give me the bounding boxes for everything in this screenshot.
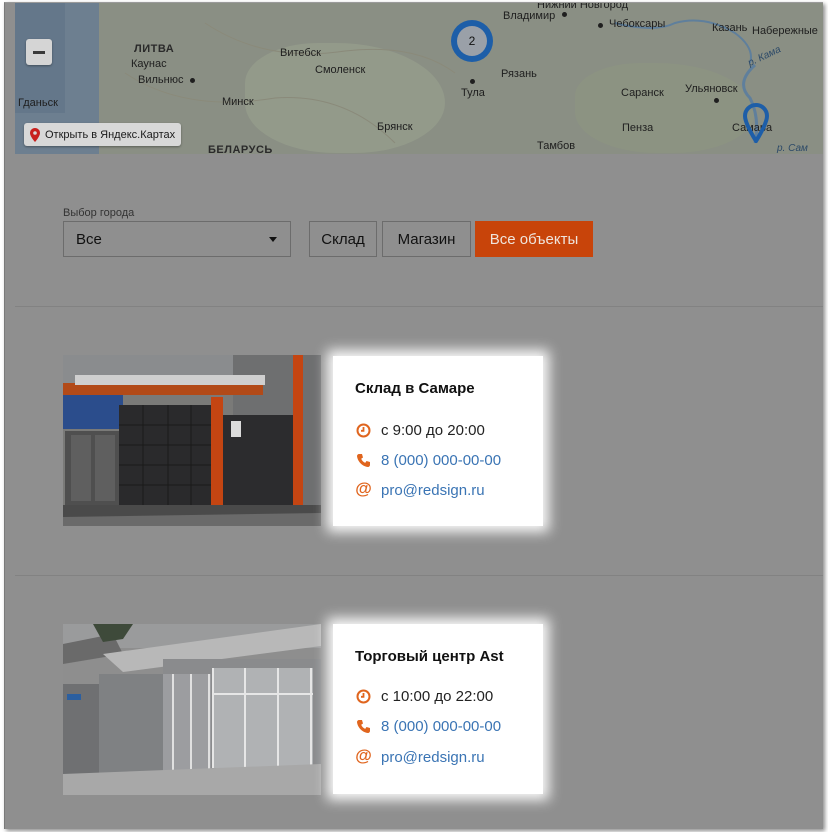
zoom-out-button[interactable] — [26, 39, 52, 65]
map-label: Казань — [712, 22, 748, 34]
store-title: Склад в Самаре — [355, 380, 475, 397]
page: Нижний Новгород Владимир Чебоксары Казан… — [4, 2, 823, 829]
map-label: Каунас — [131, 58, 167, 70]
filter-store-button[interactable]: Магазин — [382, 221, 471, 257]
map-label: Тула — [461, 87, 485, 99]
store-hours: с 9:00 до 20:00 — [355, 420, 485, 440]
store-email-link[interactable]: pro@redsign.ru — [381, 749, 485, 766]
map-label: Чебоксары — [609, 18, 666, 30]
map-cluster-marker[interactable]: 2 — [451, 20, 493, 62]
city-dot — [714, 98, 719, 103]
store-phone: 8 (000) 000-00-00 — [355, 450, 501, 470]
clock-icon — [355, 688, 372, 705]
city-dot — [598, 23, 603, 28]
store-phone-link[interactable]: 8 (000) 000-00-00 — [381, 718, 501, 735]
open-yandex-maps-button[interactable]: Открыть в Яндекс.Картах — [24, 123, 182, 146]
city-select-value: Все — [76, 230, 102, 248]
store-phone-link[interactable]: 8 (000) 000-00-00 — [381, 452, 501, 469]
map-label: Пенза — [622, 122, 654, 134]
divider — [15, 575, 823, 576]
map-label: Вильнюс — [138, 74, 184, 86]
map-label: БЕЛАРУСЬ — [208, 144, 273, 154]
map[interactable]: Нижний Новгород Владимир Чебоксары Казан… — [15, 3, 823, 154]
city-dot — [190, 78, 195, 83]
store-info-card: Торговый центр Ast с 10:00 до 22:00 8 (0… — [333, 624, 543, 794]
divider — [15, 306, 823, 307]
map-placemark-icon[interactable] — [743, 103, 769, 143]
store-photo — [63, 355, 321, 526]
store-email: @ pro@redsign.ru — [355, 479, 485, 500]
open-yandex-maps-label: Открыть в Яндекс.Картах — [45, 128, 176, 141]
caret-down-icon — [269, 237, 277, 242]
city-select-label: Выбор города — [63, 207, 135, 219]
phone-icon — [355, 718, 372, 735]
minus-icon — [33, 50, 45, 54]
map-label: Тамбов — [537, 140, 576, 152]
map-label: Минск — [222, 96, 254, 108]
store-email-link[interactable]: pro@redsign.ru — [381, 482, 485, 499]
store-email: @ pro@redsign.ru — [355, 746, 485, 767]
map-label: Брянск — [377, 121, 413, 133]
map-pin-icon — [30, 127, 40, 142]
map-label: Ульяновск — [685, 83, 738, 95]
map-label: Смоленск — [315, 64, 366, 76]
filter-all-button[interactable]: Все объекты — [475, 221, 593, 257]
store-phone: 8 (000) 000-00-00 — [355, 716, 501, 736]
map-label: Гданьск — [18, 97, 58, 109]
clock-icon — [355, 422, 372, 439]
map-label: р. Сам — [777, 143, 808, 154]
city-dot — [562, 12, 567, 17]
store-title: Торговый центр Ast — [355, 648, 504, 665]
mall-photo — [63, 624, 321, 795]
at-icon: @ — [355, 746, 372, 765]
store-hours-text: с 10:00 до 22:00 — [381, 687, 494, 705]
map-label: Набережные — [752, 25, 818, 37]
filter-warehouse-button[interactable]: Склад — [309, 221, 377, 257]
store-hours: с 10:00 до 22:00 — [355, 686, 493, 706]
map-label: Саранск — [621, 87, 664, 99]
city-select[interactable]: Все — [63, 221, 291, 257]
phone-icon — [355, 452, 372, 469]
map-label: Рязань — [501, 68, 537, 80]
city-dot — [470, 79, 475, 84]
map-label: Витебск — [280, 47, 321, 59]
at-icon: @ — [355, 479, 372, 498]
map-label: Владимир — [503, 10, 556, 22]
warehouse-photo — [63, 355, 321, 526]
cluster-count: 2 — [457, 26, 487, 56]
store-hours-text: с 9:00 до 20:00 — [381, 421, 485, 439]
store-photo — [63, 624, 321, 795]
map-label: ЛИТВА — [134, 43, 175, 55]
store-info-card: Склад в Самаре с 9:00 до 20:00 8 (000) 0… — [333, 356, 543, 526]
